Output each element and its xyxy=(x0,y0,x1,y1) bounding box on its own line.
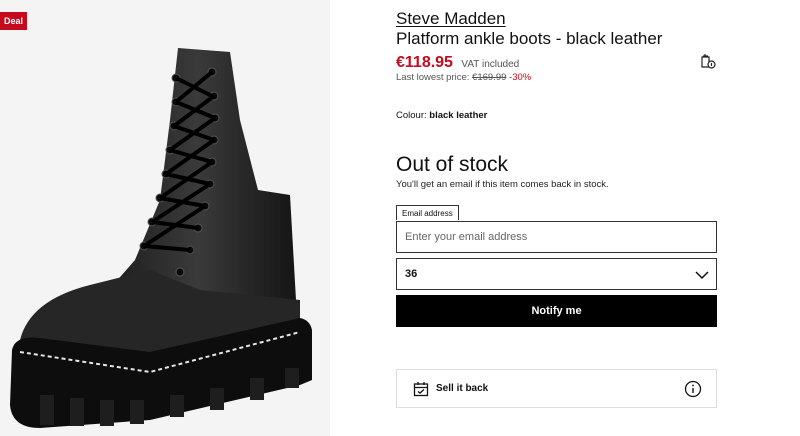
product-image[interactable]: Deal xyxy=(0,0,330,436)
lowest-price: €169.99 xyxy=(472,72,507,83)
size-value: 36 xyxy=(405,268,418,280)
notify-me-button[interactable]: Notify me xyxy=(396,295,717,327)
brand-link[interactable]: Steve Madden xyxy=(396,9,506,29)
colour-line: Colour: black leather xyxy=(396,110,487,121)
calendar-icon xyxy=(413,382,429,397)
lowest-price-prefix: Last lowest price: xyxy=(396,72,473,83)
sell-it-back-box[interactable]: Sell it back xyxy=(396,369,717,408)
sell-it-back-label: Sell it back xyxy=(436,383,489,394)
colour-value: black leather xyxy=(429,110,488,121)
price-row: €118.95 VAT included xyxy=(396,54,519,72)
colour-label: Colour: xyxy=(396,110,427,121)
discount: -30% xyxy=(509,72,532,83)
chevron-down-icon xyxy=(695,271,709,280)
size-guide-icon[interactable] xyxy=(700,52,716,70)
product-name: Platform ankle boots - black leather xyxy=(396,29,663,48)
out-of-stock-title: Out of stock xyxy=(396,153,509,176)
current-price: €118.95 xyxy=(396,54,453,71)
deal-badge: Deal xyxy=(0,12,28,30)
size-select[interactable]: 36 xyxy=(396,258,717,290)
vat-note: VAT included xyxy=(461,59,520,70)
email-input[interactable] xyxy=(396,221,717,253)
email-label: Email address xyxy=(396,205,459,220)
out-of-stock-description: You'll get an email if this item comes b… xyxy=(396,179,609,190)
boot-image xyxy=(10,48,312,428)
info-icon[interactable] xyxy=(684,380,702,398)
lowest-price-line: Last lowest price: €169.99 -30% xyxy=(396,72,531,83)
